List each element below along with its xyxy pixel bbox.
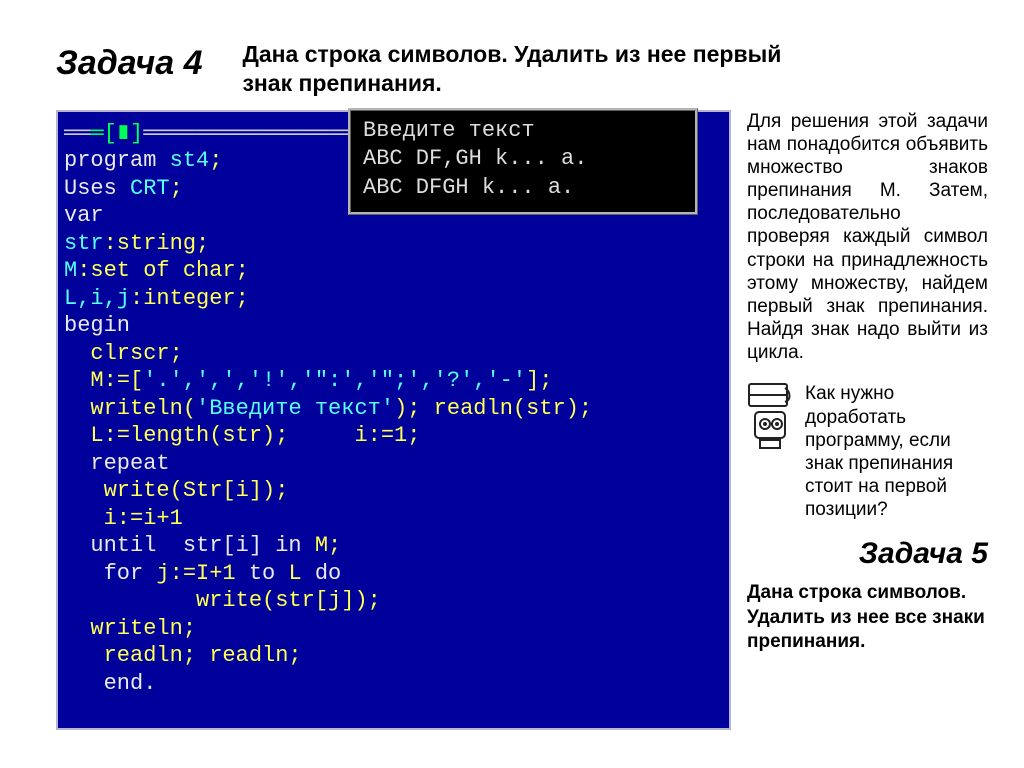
kw-program: program: [64, 148, 170, 173]
slide: Задача 4 Дана строка символов. Удалить и…: [0, 0, 1024, 768]
kw-until: until str[i]: [64, 533, 275, 558]
hint-row: Как нужно доработать программу, если зна…: [747, 382, 988, 521]
kw-end: end.: [64, 671, 156, 696]
task5-description: Дана строка символов. Удалить из нее все…: [747, 581, 988, 654]
editor-bracket-icon: ═[∎]: [90, 121, 143, 146]
content-row: ═══[∎]═════════════════ program st4; Use…: [56, 110, 988, 730]
book-robot-icon: [747, 382, 793, 452]
kw-for: for: [64, 561, 156, 586]
task4-title: Задача 4: [56, 44, 202, 83]
explanation-text: Для решения этой задачи нам понадобится …: [747, 110, 988, 365]
console-input-line: ABC DF,GH k... a.: [363, 146, 587, 171]
explanation-column: Для решения этой задачи нам понадобится …: [747, 110, 988, 655]
console-result-line: ABC DFGH k... a.: [363, 175, 574, 200]
kw-begin: begin: [64, 313, 130, 338]
kw-var: var: [64, 203, 104, 228]
console-output: Введите текст ABC DF,GH k... a. ABC DFGH…: [348, 108, 698, 216]
task4-description: Дана строка символов. Удалить из нее пер…: [242, 40, 782, 98]
header-row: Задача 4 Дана строка символов. Удалить и…: [56, 40, 988, 98]
console-prompt: Введите текст: [363, 118, 535, 143]
code-column: ═══[∎]═════════════════ program st4; Use…: [56, 110, 731, 730]
kw-uses: Uses: [64, 176, 130, 201]
kw-repeat: repeat: [64, 451, 170, 476]
hint-text: Как нужно доработать программу, если зна…: [805, 382, 988, 521]
task5-title: Задача 5: [747, 537, 988, 571]
